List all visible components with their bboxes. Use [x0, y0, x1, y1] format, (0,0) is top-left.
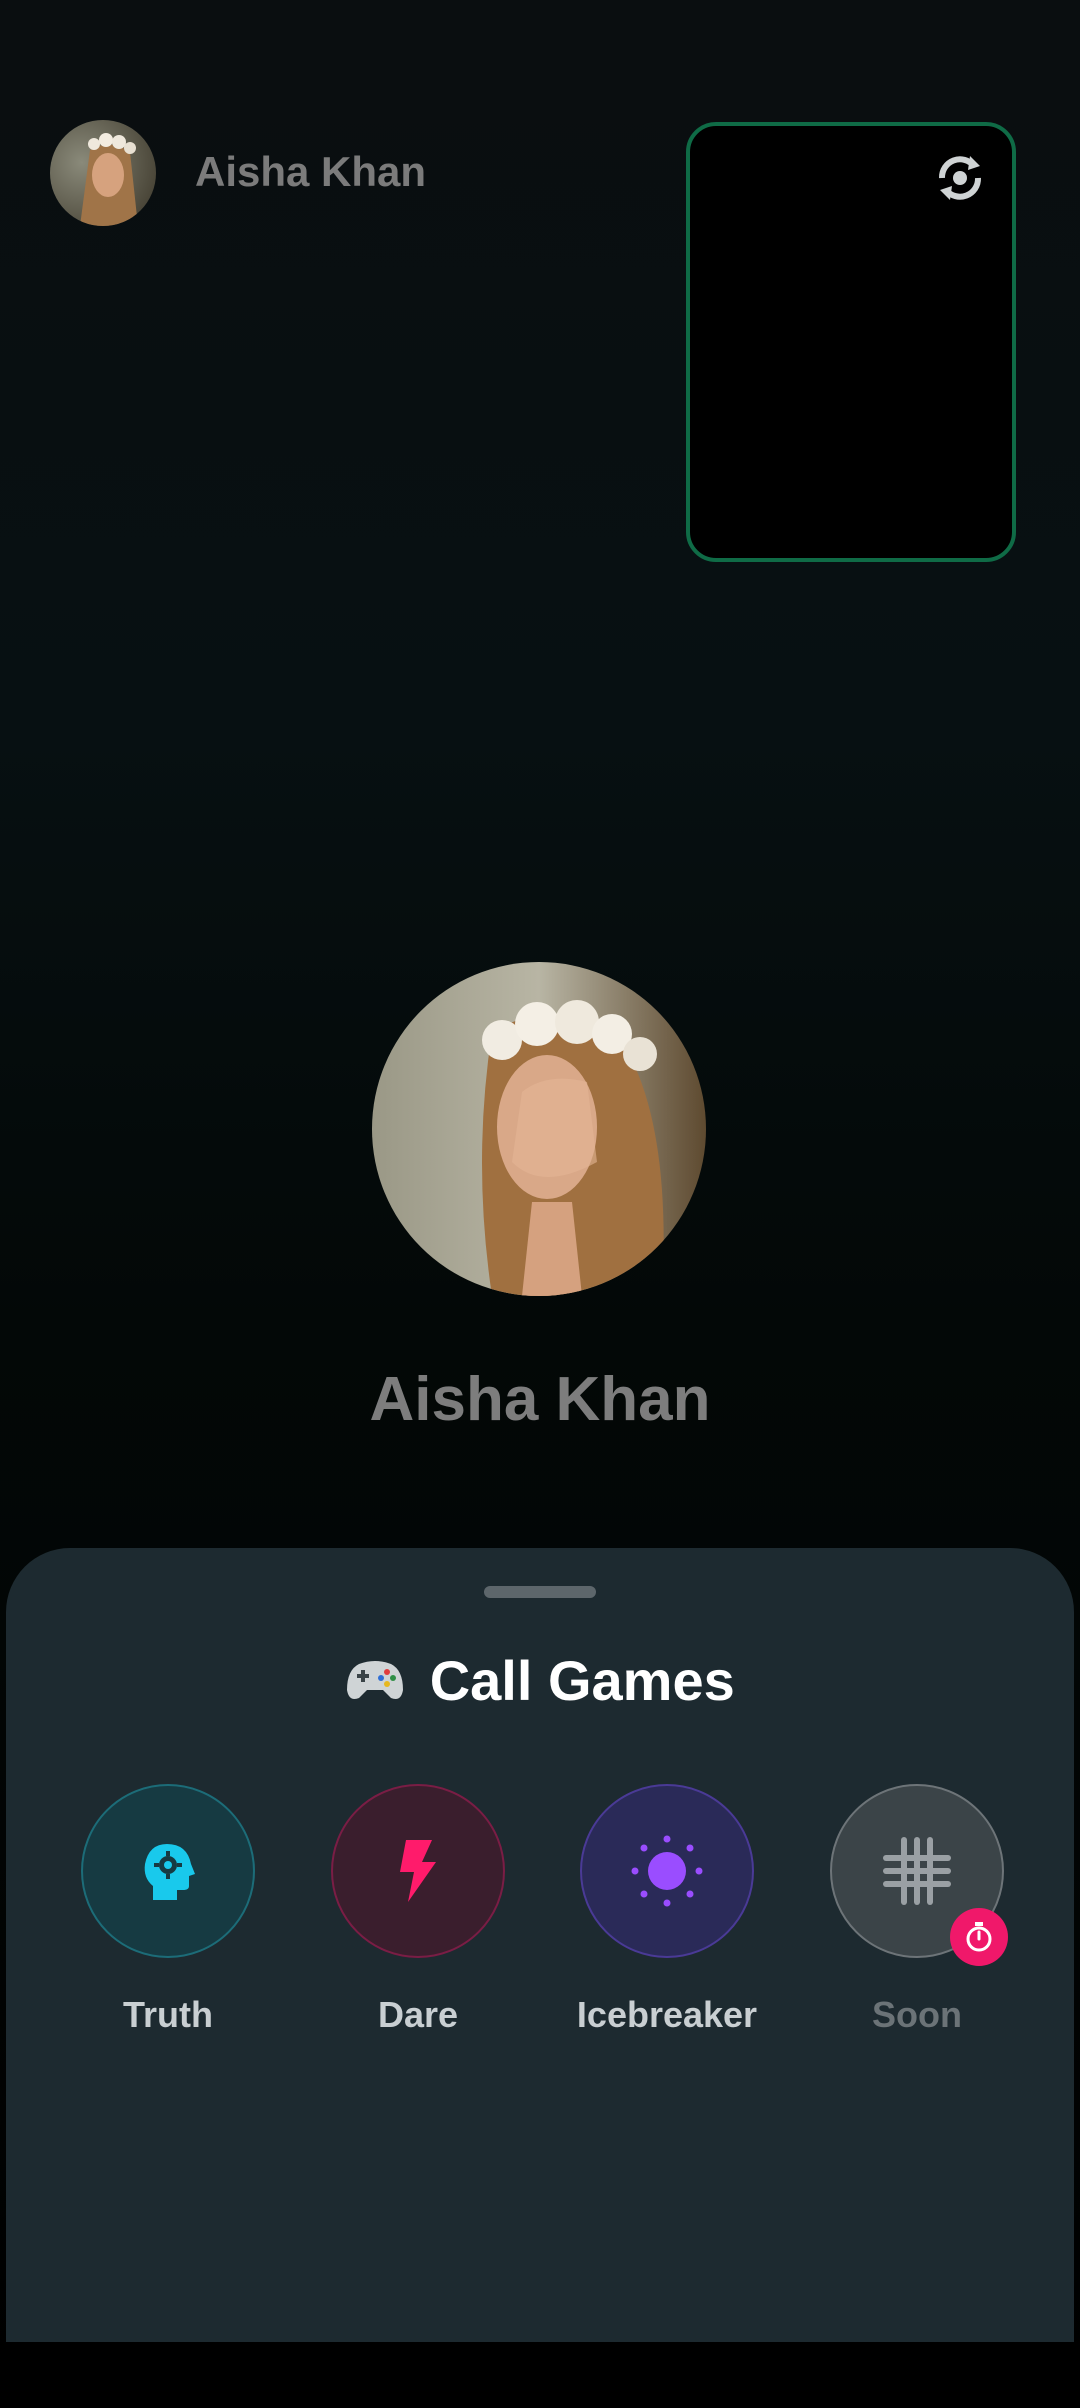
- soon-label: Soon: [872, 1994, 962, 2035]
- caller-name: Aisha Khan: [195, 148, 427, 195]
- sun-icon: [631, 1835, 703, 1907]
- timer-icon: [950, 1908, 1008, 1966]
- dare-label: Dare: [377, 1994, 459, 2035]
- sheet-header: Call Games: [6, 1648, 1074, 1713]
- navigation-bar: [0, 2342, 1080, 2408]
- contact-name: Aisha Khan: [369, 1365, 711, 1434]
- sheet-title: Call Games: [429, 1649, 735, 1712]
- game-truth[interactable]: Truth: [29, 1784, 279, 2044]
- game-dare[interactable]: Dare: [279, 1784, 529, 2044]
- caller-avatar: [50, 120, 156, 226]
- sheet-grab-handle[interactable]: [484, 1586, 596, 1598]
- switch-camera-icon[interactable]: [930, 148, 990, 208]
- game-soon: Soon: [778, 1784, 1028, 2044]
- games-row: Truth Dare Icebreaker Soon: [6, 1784, 1074, 2044]
- truth-label: Truth: [123, 1994, 213, 2035]
- icebreaker-button[interactable]: [580, 1784, 754, 1958]
- call-games-sheet: Call Games Truth Dare Icebreaker Soon: [6, 1548, 1074, 2342]
- head-gear-icon: [144, 1844, 195, 1900]
- dare-button[interactable]: [331, 1784, 505, 1958]
- contact-avatar-large: [372, 962, 706, 1296]
- lightning-bolt-icon: [400, 1840, 436, 1902]
- grid-icon: [883, 1837, 951, 1905]
- game-icebreaker[interactable]: Icebreaker: [528, 1784, 778, 2044]
- icebreaker-label: Icebreaker: [576, 1994, 758, 2035]
- self-video-preview[interactable]: [686, 122, 1016, 562]
- truth-button[interactable]: [81, 1784, 255, 1958]
- game-controller-icon: [345, 1656, 405, 1706]
